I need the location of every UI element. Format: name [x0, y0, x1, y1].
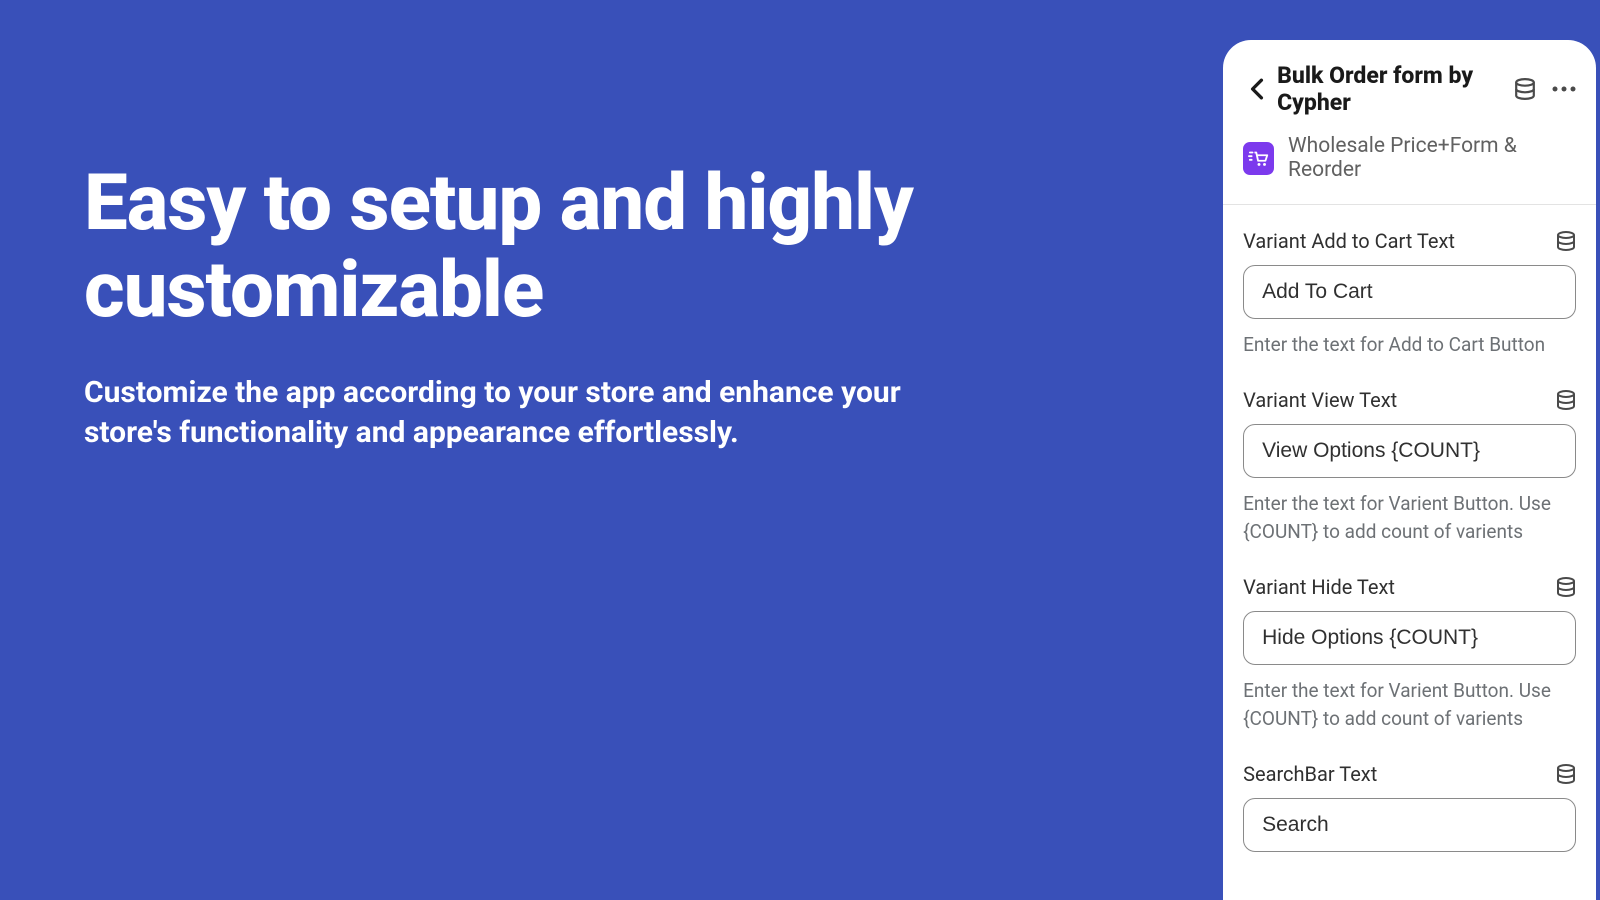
hero-subtitle: Customize the app according to your stor…	[84, 373, 924, 454]
database-icon	[1556, 577, 1576, 597]
dynamic-source-button[interactable]	[1556, 577, 1576, 597]
back-button[interactable]	[1243, 75, 1271, 103]
help-text: Enter the text for Varient Button. Use {…	[1243, 490, 1576, 547]
variant-hide-input[interactable]	[1243, 611, 1576, 665]
more-horizontal-icon	[1552, 85, 1576, 93]
database-icon	[1556, 390, 1576, 410]
field-label: Variant Add to Cart Text	[1243, 229, 1455, 253]
dynamic-source-button[interactable]	[1556, 231, 1576, 251]
panel-title: Bulk Order form by Cypher	[1277, 62, 1508, 116]
cart-fast-icon	[1248, 147, 1270, 169]
more-button[interactable]	[1552, 85, 1576, 93]
app-row[interactable]: Wholesale Price+Form & Reorder	[1223, 116, 1596, 205]
panel-body: Variant Add to Cart Text Enter the text …	[1223, 205, 1596, 880]
help-text: Enter the text for Varient Button. Use {…	[1243, 677, 1576, 734]
variant-add-to-cart-input[interactable]	[1243, 265, 1576, 319]
field-variant-hide: Variant Hide Text Enter the text for Var…	[1243, 575, 1576, 734]
field-searchbar-text: SearchBar Text	[1243, 762, 1576, 852]
chevron-left-icon	[1250, 78, 1264, 100]
field-label: SearchBar Text	[1243, 762, 1377, 786]
field-variant-view: Variant View Text Enter the text for Var…	[1243, 388, 1576, 547]
settings-panel: Bulk Order form by Cypher	[1223, 40, 1596, 900]
field-label: Variant Hide Text	[1243, 575, 1395, 599]
database-icon	[1556, 764, 1576, 784]
database-icon	[1556, 231, 1576, 251]
database-button[interactable]	[1514, 78, 1536, 100]
variant-view-input[interactable]	[1243, 424, 1576, 478]
panel-header: Bulk Order form by Cypher	[1223, 40, 1596, 116]
hero: Easy to setup and highly customizable Cu…	[0, 0, 1223, 900]
field-variant-add-to-cart: Variant Add to Cart Text Enter the text …	[1243, 229, 1576, 360]
database-icon	[1514, 78, 1536, 100]
app-icon	[1243, 142, 1274, 175]
app-name-label: Wholesale Price+Form & Reorder	[1288, 134, 1576, 182]
hero-title: Easy to setup and highly customizable	[84, 160, 1143, 335]
dynamic-source-button[interactable]	[1556, 764, 1576, 784]
field-label: Variant View Text	[1243, 388, 1397, 412]
help-text: Enter the text for Add to Cart Button	[1243, 331, 1576, 360]
searchbar-text-input[interactable]	[1243, 798, 1576, 852]
dynamic-source-button[interactable]	[1556, 390, 1576, 410]
